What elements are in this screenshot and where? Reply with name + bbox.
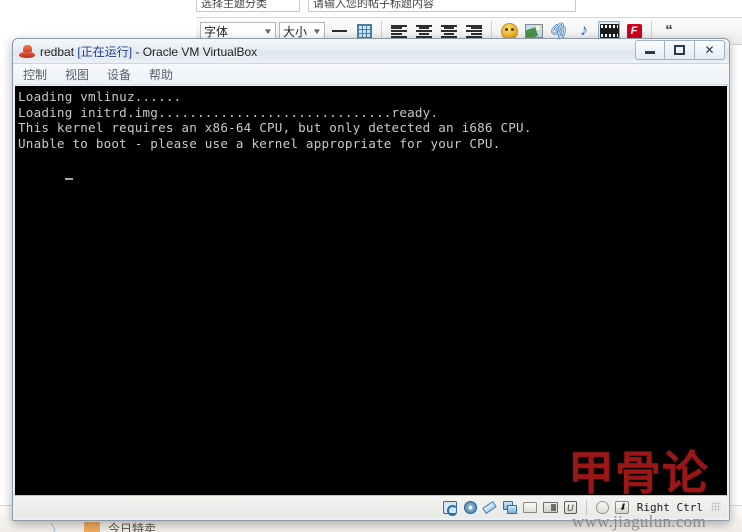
font-family-label: 字体 bbox=[204, 24, 229, 39]
text-cursor bbox=[64, 177, 73, 180]
network-icon[interactable] bbox=[503, 500, 518, 514]
minimize-button[interactable] bbox=[635, 40, 665, 60]
menu-devices[interactable]: 设备 bbox=[107, 66, 131, 83]
usb-icon[interactable]: U bbox=[563, 500, 578, 514]
menu-bar: 控制 视图 设备 帮助 bbox=[13, 64, 729, 85]
mouse-integration-icon[interactable] bbox=[595, 500, 610, 514]
terminal-line: Unable to boot - please use a kernel app… bbox=[18, 136, 501, 152]
window-title: redbat [正在运行] - Oracle VM VirtualBox bbox=[40, 43, 257, 60]
menu-help[interactable]: 帮助 bbox=[149, 66, 173, 83]
close-button[interactable]: ✕ bbox=[695, 40, 725, 60]
floppy-icon[interactable] bbox=[483, 500, 498, 514]
window-title-bar[interactable]: redbat [正在运行] - Oracle VM VirtualBox ✕ bbox=[13, 39, 729, 64]
title-field[interactable]: 请输入您的帖子标题内容 bbox=[308, 0, 576, 12]
chevron-down-icon: ▼ bbox=[262, 26, 274, 36]
chevron-right-icon: 〉 bbox=[50, 522, 64, 532]
terminal-line: Loading vmlinuz...... bbox=[18, 89, 182, 104]
status-bar: U ⬇ Right Ctrl bbox=[15, 495, 727, 518]
promo-label[interactable]: 今日特卖 bbox=[108, 520, 156, 532]
close-icon: ✕ bbox=[704, 43, 715, 57]
host-key-label: Right Ctrl bbox=[636, 500, 703, 514]
shared-folder-icon[interactable] bbox=[523, 500, 538, 514]
terminal-cursor-line bbox=[18, 152, 727, 199]
optical-disk-icon[interactable] bbox=[463, 500, 478, 514]
resize-grip[interactable] bbox=[711, 502, 721, 512]
chevron-down-icon: ▼ bbox=[311, 26, 323, 36]
guest-screen[interactable]: Loading vmlinuz...... Loading initrd.img… bbox=[15, 86, 727, 495]
font-size-label: 大小 bbox=[283, 24, 308, 39]
promo-badge-icon bbox=[84, 522, 100, 532]
virtualbox-window[interactable]: redbat [正在运行] - Oracle VM VirtualBox ✕ 控… bbox=[12, 38, 730, 521]
window-title-status: [正在运行] bbox=[77, 44, 133, 59]
host-key-glyph: ⬇ bbox=[618, 501, 627, 512]
category-field[interactable]: 选择主题分类 bbox=[196, 0, 300, 12]
window-title-prefix: redbat bbox=[40, 44, 78, 59]
window-controls: ✕ bbox=[635, 40, 725, 60]
maximize-button[interactable] bbox=[665, 40, 695, 60]
host-key-icon[interactable]: ⬇ bbox=[615, 500, 630, 514]
terminal-line: This kernel requires an x86-64 CPU, but … bbox=[18, 120, 532, 136]
window-title-suffix: - Oracle VM VirtualBox bbox=[132, 44, 258, 59]
menu-view[interactable]: 视图 bbox=[65, 66, 89, 83]
menu-control[interactable]: 控制 bbox=[23, 66, 47, 83]
hard-disk-icon[interactable] bbox=[443, 500, 459, 516]
status-divider bbox=[585, 499, 587, 515]
redhat-icon bbox=[19, 44, 35, 59]
display-capture-icon[interactable] bbox=[542, 500, 558, 514]
terminal-line: Loading initrd.img......................… bbox=[18, 104, 439, 120]
background-top-fields: 选择主题分类 请输入您的帖子标题内容 bbox=[196, 0, 576, 12]
